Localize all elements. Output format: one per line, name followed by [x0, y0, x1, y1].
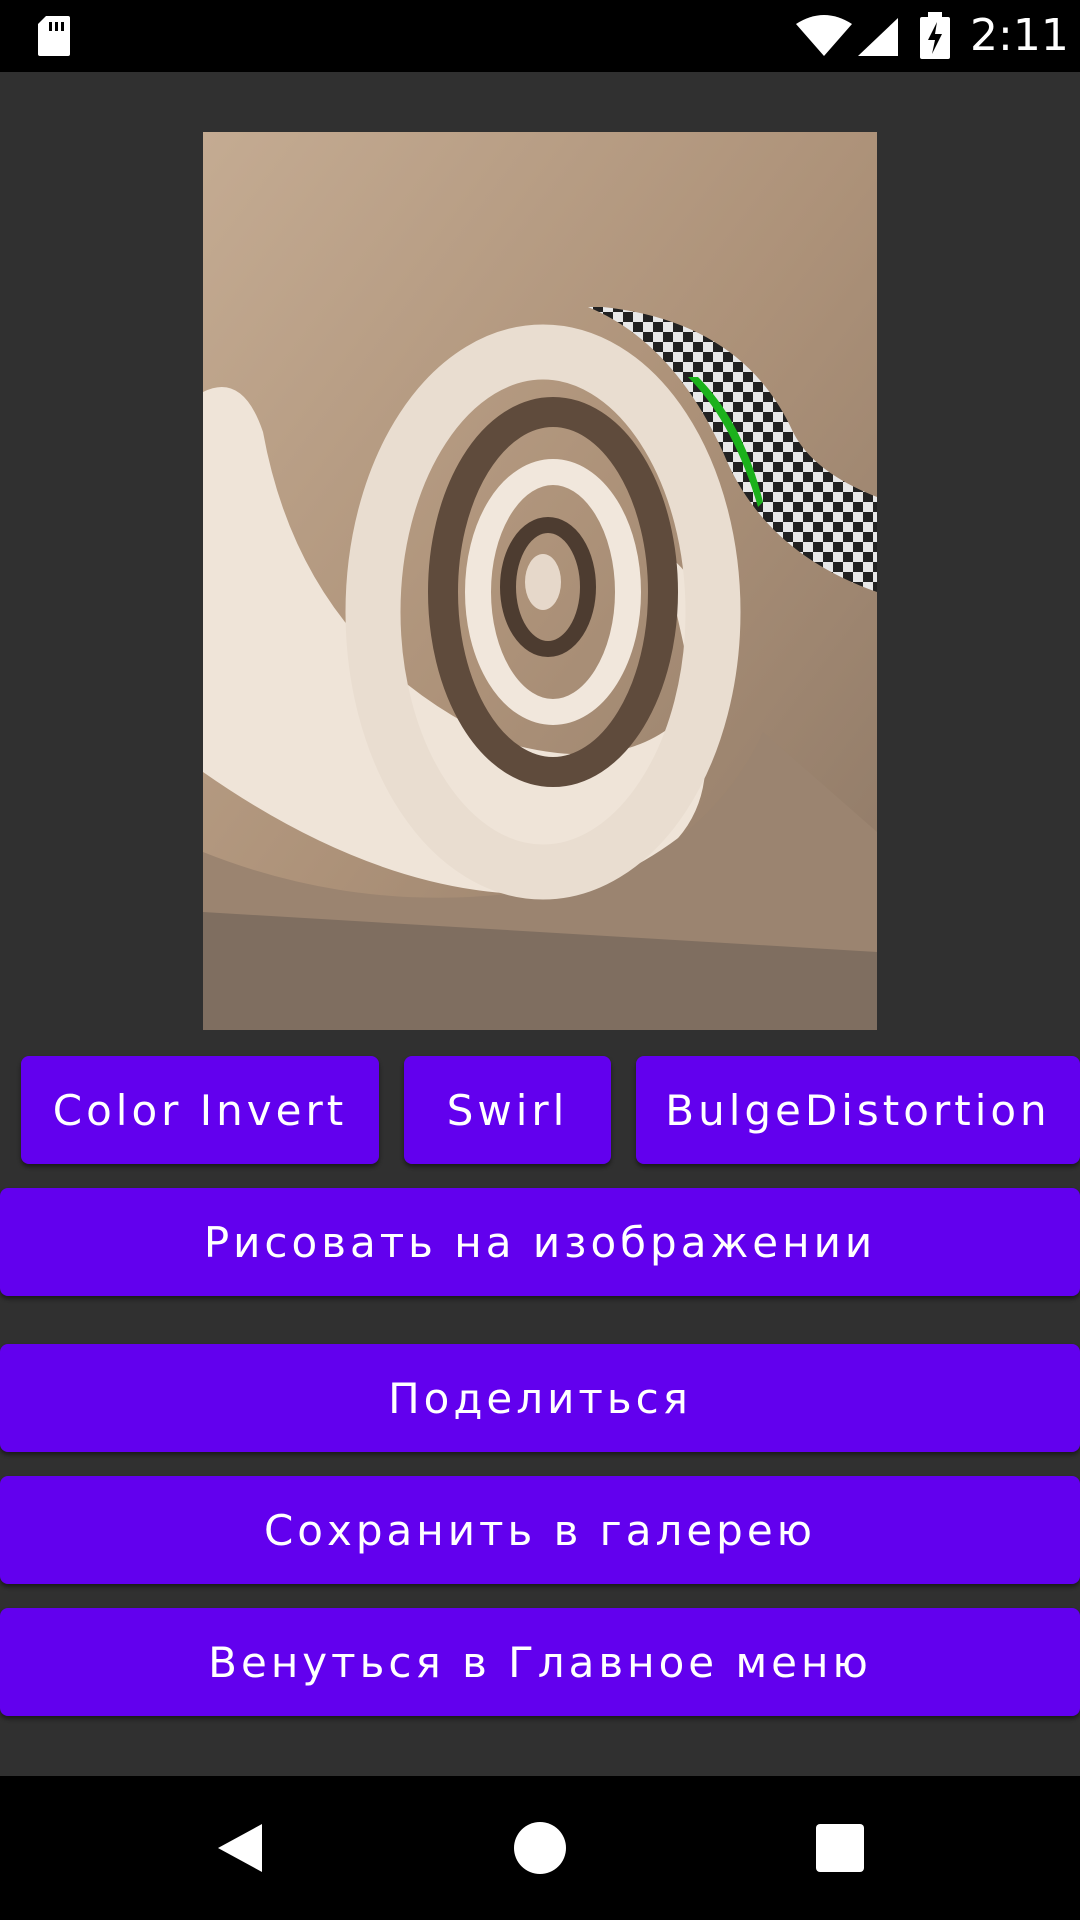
cell-signal-icon	[858, 18, 898, 56]
color-invert-button[interactable]: Color Invert	[21, 1056, 379, 1164]
back-to-main-menu-button[interactable]: Венуться в Главное меню	[0, 1608, 1080, 1716]
sd-card-icon	[38, 16, 70, 56]
editor-screen: Color Invert Swirl BulgeDistortion Рисов…	[0, 72, 1080, 1776]
image-preview	[203, 132, 877, 1030]
home-icon[interactable]	[510, 1818, 570, 1878]
bulge-distortion-button[interactable]: BulgeDistortion	[636, 1056, 1080, 1164]
back-icon[interactable]	[210, 1818, 270, 1878]
navigation-bar	[0, 1776, 1080, 1920]
status-bar: 2:11	[0, 0, 1080, 72]
share-button[interactable]: Поделиться	[0, 1344, 1080, 1452]
swirl-image-icon	[203, 132, 877, 1030]
save-to-gallery-button[interactable]: Сохранить в галерею	[0, 1476, 1080, 1584]
draw-on-image-button[interactable]: Рисовать на изображении	[0, 1188, 1080, 1296]
recents-icon[interactable]	[810, 1818, 870, 1878]
wifi-icon	[796, 15, 852, 56]
battery-charging-icon	[920, 12, 950, 59]
swirl-button[interactable]: Swirl	[404, 1056, 611, 1164]
status-time: 2:11	[970, 10, 1069, 61]
